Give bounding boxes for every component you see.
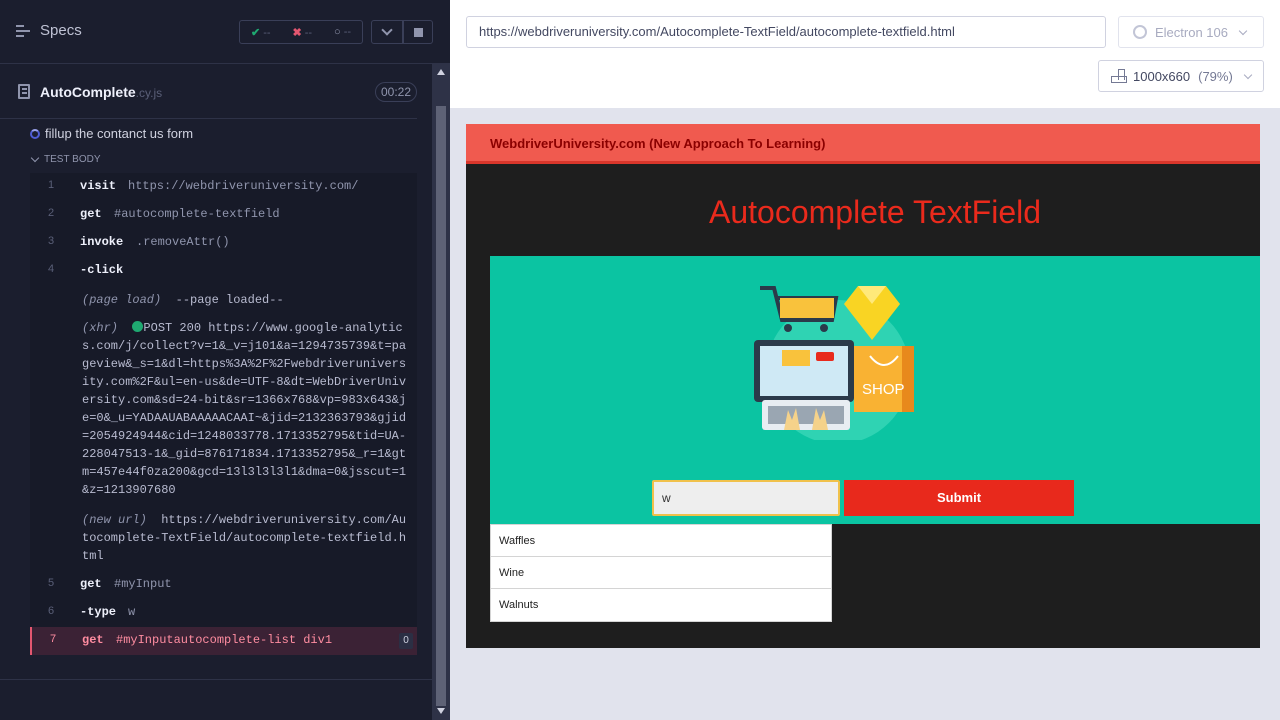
- command-row[interactable]: 5 get #myInput: [30, 571, 417, 599]
- app-preview: https://webdriveruniversity.com/Autocomp…: [450, 0, 1280, 720]
- spec-file-name[interactable]: AutoComplete.cy.js: [40, 84, 162, 100]
- chevron-down-icon: [1243, 70, 1253, 79]
- specs-label: Specs: [40, 22, 82, 39]
- failed-stat: ✖ --: [292, 26, 313, 39]
- app-under-test: WebdriverUniversity.com (New Approach To…: [466, 124, 1260, 648]
- electron-icon: [1133, 25, 1147, 39]
- reporter-scrollbar[interactable]: [432, 64, 450, 720]
- test-stats: ✔ -- ✖ -- ○ --: [239, 20, 363, 44]
- duration-badge: 00:22: [375, 82, 417, 102]
- command-row[interactable]: 1 visit https://webdriveruniversity.com/: [30, 173, 417, 201]
- browser-selector[interactable]: Electron 106: [1118, 16, 1264, 48]
- command-row[interactable]: 3 invoke .removeAttr(): [30, 229, 417, 257]
- test-body-toggle[interactable]: TEST BODY: [30, 153, 101, 165]
- stop-button[interactable]: [403, 20, 433, 44]
- autocomplete-list: Waffles Wine Walnuts: [490, 524, 832, 622]
- scroll-down-icon[interactable]: [437, 708, 445, 714]
- command-row[interactable]: 6 -type w: [30, 599, 417, 627]
- chevron-down-icon: [30, 153, 40, 163]
- specs-list-icon: [16, 24, 32, 37]
- reporter-header: Specs ✔ -- ✖ -- ○ --: [0, 0, 450, 64]
- stop-icon: [413, 27, 423, 37]
- command-log: 1 visit https://webdriveruniversity.com/…: [30, 173, 417, 655]
- command-row-active[interactable]: 7 get #myInputautocomplete-list div1 0: [30, 627, 417, 655]
- specs-toggle[interactable]: Specs: [16, 22, 82, 39]
- submit-button[interactable]: Submit: [844, 480, 1074, 516]
- suggestion-item[interactable]: Walnuts: [491, 589, 831, 621]
- autocomplete-panel: SHOP w Submit: [490, 256, 1260, 524]
- autocomplete-input[interactable]: w: [652, 480, 840, 516]
- url-bar[interactable]: https://webdriveruniversity.com/Autocomp…: [466, 16, 1106, 48]
- x-icon: ✖: [292, 26, 302, 39]
- test-title[interactable]: fillup the contanct us form: [30, 126, 193, 141]
- site-brand[interactable]: WebdriverUniversity.com (New Approach To…: [490, 136, 825, 151]
- scroll-thumb[interactable]: [436, 106, 446, 706]
- check-icon: ✔: [250, 26, 261, 39]
- shopping-illustration: SHOP: [754, 286, 914, 440]
- ruler-icon: [1111, 69, 1127, 83]
- page-load-event[interactable]: (page load) --page loaded--: [30, 285, 417, 315]
- collapse-button[interactable]: [371, 20, 403, 44]
- page-title: Autocomplete TextField: [708, 194, 1042, 230]
- site-header: WebdriverUniversity.com (New Approach To…: [466, 124, 1260, 164]
- xhr-event[interactable]: (xhr) POST 200 https://www.google-analyt…: [30, 315, 417, 507]
- command-row[interactable]: 2 get #autocomplete-textfield: [30, 201, 417, 229]
- chevron-down-icon: [381, 24, 393, 36]
- file-icon: [18, 84, 30, 99]
- viewport-selector[interactable]: 1000x660 (79%): [1098, 60, 1264, 92]
- command-row[interactable]: 4 -click: [30, 257, 417, 285]
- running-spinner-icon: [30, 128, 40, 139]
- retry-count-badge: 0: [399, 633, 413, 649]
- divider: [0, 118, 417, 119]
- divider: [0, 679, 432, 680]
- preview-toolbar: https://webdriveruniversity.com/Autocomp…: [450, 0, 1280, 108]
- svg-text:SHOP: SHOP: [862, 381, 905, 398]
- reporter-panel: Specs ✔ -- ✖ -- ○ -- AutoComplete.cy.js …: [0, 0, 450, 720]
- passed-stat: ✔ --: [250, 26, 271, 39]
- new-url-event[interactable]: (new url) https://webdriveruniversity.co…: [30, 507, 417, 571]
- scroll-up-icon[interactable]: [437, 69, 445, 75]
- suggestion-item[interactable]: Waffles: [491, 525, 831, 557]
- spec-file-header: AutoComplete.cy.js 00:22: [16, 76, 417, 112]
- suggestion-item[interactable]: Wine: [491, 557, 831, 589]
- pending-stat: ○ --: [333, 26, 352, 38]
- chevron-down-icon: [1238, 26, 1248, 35]
- pending-icon: ○: [333, 26, 341, 38]
- status-dot-icon: [132, 321, 144, 332]
